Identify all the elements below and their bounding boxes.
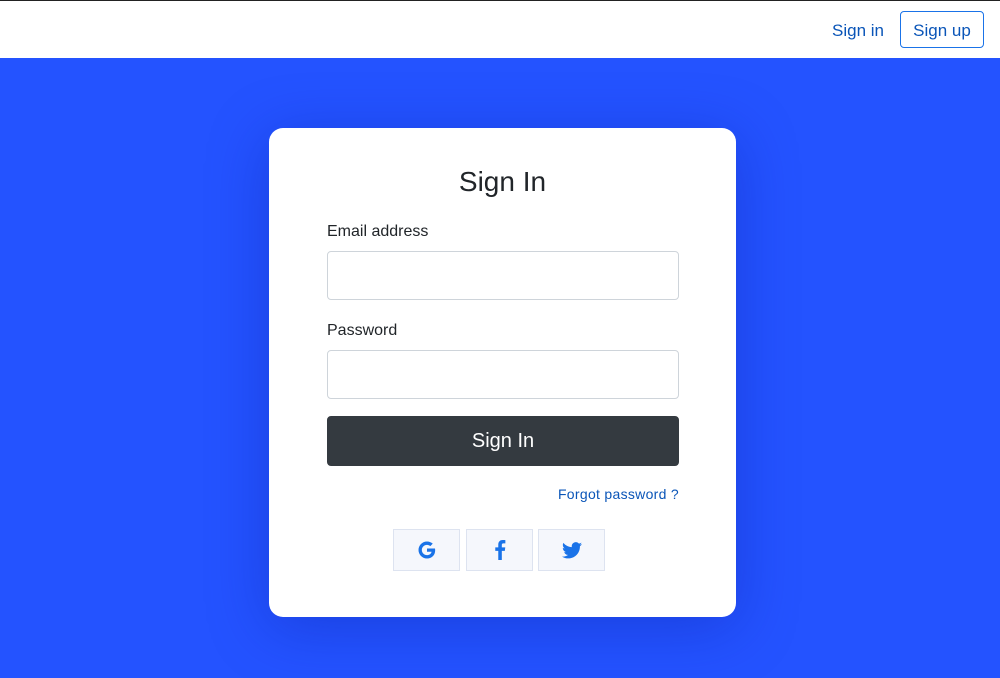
google-icon — [417, 540, 437, 560]
twitter-login-button[interactable] — [538, 529, 605, 571]
forgot-password-link[interactable]: Forgot password ? — [558, 486, 679, 502]
facebook-login-button[interactable] — [466, 529, 533, 571]
sign-in-submit-button[interactable]: Sign In — [327, 416, 679, 466]
email-field[interactable] — [327, 251, 679, 300]
facebook-icon — [494, 540, 506, 560]
page-title: Sign In — [458, 166, 547, 197]
sign-in-card: Sign In Email address Password Sign In F… — [269, 128, 736, 617]
twitter-icon — [561, 541, 582, 559]
nav-sign-in-link[interactable]: Sign in — [822, 19, 894, 43]
password-field[interactable] — [327, 350, 679, 399]
nav-sign-up-button[interactable]: Sign up — [900, 11, 984, 48]
top-navbar: Sign in Sign up — [0, 0, 1000, 58]
password-label: Password — [327, 322, 398, 339]
email-label: Email address — [327, 223, 429, 240]
google-login-button[interactable] — [393, 529, 460, 571]
